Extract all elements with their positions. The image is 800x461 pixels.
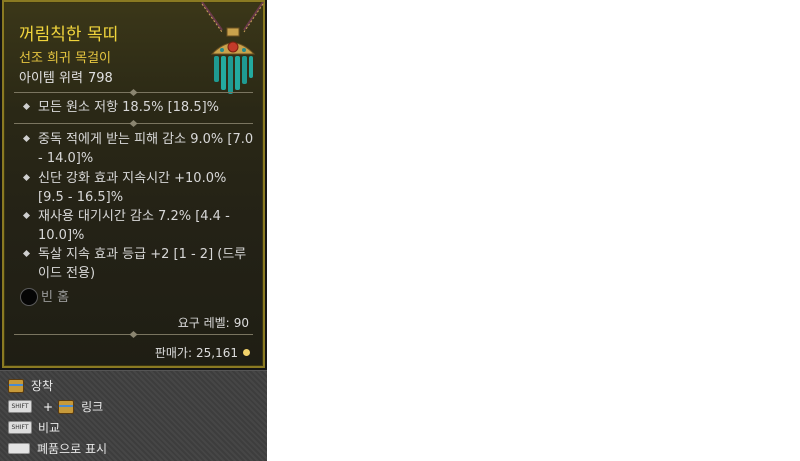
shift-key-icon: SHIFT — [8, 421, 32, 434]
gold-coin-icon — [243, 349, 250, 356]
separator — [14, 119, 253, 128]
affix-line: 신단 강화 효과 지속시간 +10.0% [9.5 - 16.5]% — [22, 169, 254, 207]
chest-icon — [58, 399, 75, 414]
shift-key-icon: SHIFT — [8, 400, 32, 413]
affix-line: 독살 지속 효과 등급 +2 [1 - 2] (드루이드 전용) — [22, 245, 254, 283]
item-power: 아이템 위력 798 — [19, 67, 113, 86]
space-key-icon — [8, 443, 30, 454]
key-hints-panel: 장착 SHIFT + 링크 SHIFT 비교 폐품으로 표시 — [0, 370, 267, 461]
plus-sign: + — [43, 399, 54, 414]
sell-price: 판매가: 25,161 — [155, 344, 250, 361]
required-level: 요구 레벨: 90 — [178, 314, 249, 331]
item-tooltip: 꺼림칙한 목띠 선조 희귀 목걸이 아이템 위력 798 모든 원소 저항 18… — [0, 0, 267, 461]
sell-price-label: 판매가: — [154, 346, 192, 360]
empty-socket-icon — [20, 288, 38, 306]
required-level-value: 90 — [233, 316, 249, 330]
socket-label: 빈 홈 — [41, 290, 70, 305]
required-level-label: 요구 레벨: — [177, 316, 230, 330]
separator — [14, 330, 253, 339]
hint-link[interactable]: SHIFT + 링크 — [8, 398, 103, 415]
hint-equip[interactable]: 장착 — [8, 377, 53, 394]
implicit-affix: 모든 원소 저항 18.5% [18.5]% — [22, 98, 254, 117]
hint-compare[interactable]: SHIFT 비교 — [8, 419, 60, 436]
affix-line: 중독 적에게 받는 피해 감소 9.0% [7.0 - 14.0]% — [22, 130, 254, 168]
separator — [14, 88, 253, 97]
hint-salvage[interactable]: 폐품으로 표시 — [8, 440, 107, 457]
item-power-label: 아이템 위력 — [19, 71, 83, 86]
item-card: 꺼림칙한 목띠 선조 희귀 목걸이 아이템 위력 798 모든 원소 저항 18… — [2, 0, 265, 368]
sell-price-value: 25,161 — [196, 346, 238, 360]
amulet-icon — [200, 1, 265, 97]
affix-line: 재사용 대기시간 감소 7.2% [4.4 - 10.0]% — [22, 207, 254, 245]
item-power-value: 798 — [87, 71, 113, 86]
item-name: 꺼림칙한 목띠 — [19, 25, 119, 45]
chest-icon — [8, 378, 24, 393]
item-rarity: 선조 희귀 목걸이 — [19, 51, 111, 66]
